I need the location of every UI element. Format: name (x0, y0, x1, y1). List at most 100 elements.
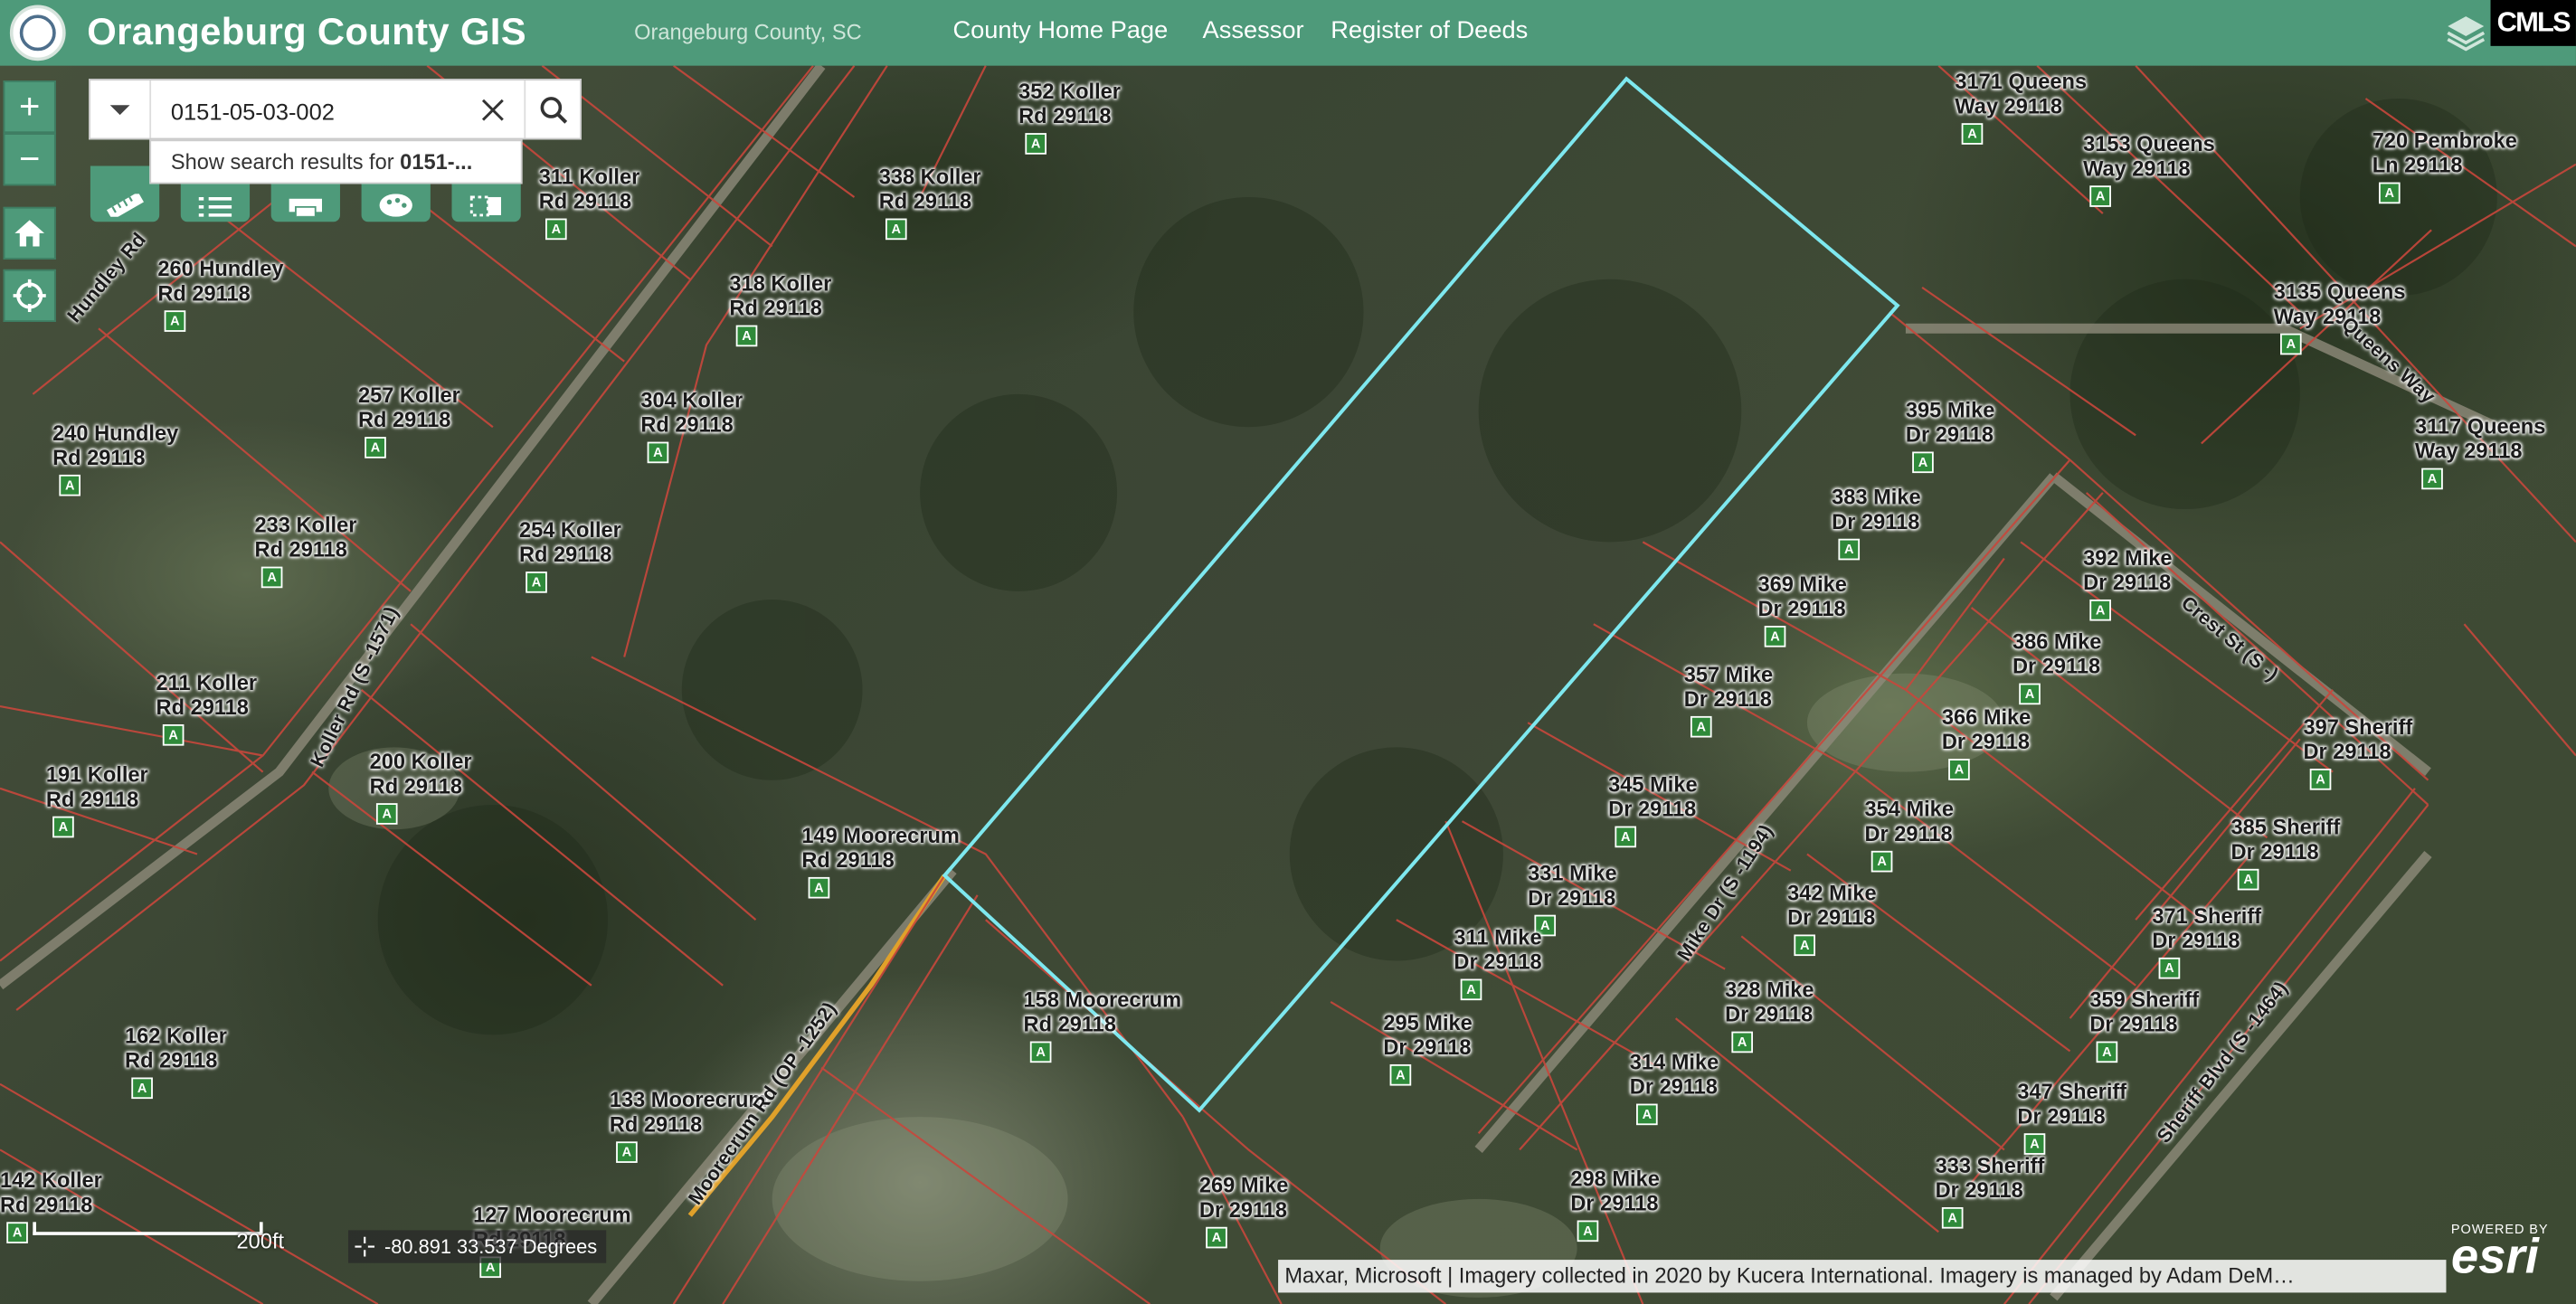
address-point-marker[interactable]: A (2023, 1133, 2046, 1155)
address-point-marker[interactable]: A (164, 310, 186, 332)
search-button[interactable] (524, 80, 582, 138)
address-point-marker[interactable]: A (1870, 850, 1893, 873)
search-suggestion[interactable]: Show search results for 0151-... (149, 139, 523, 184)
parcel-address-line1: 3153 Queens (2083, 131, 2215, 156)
zoom-out-button[interactable]: − (3, 133, 56, 186)
address-point-marker[interactable]: A (2089, 185, 2111, 207)
clear-search-button[interactable] (465, 80, 521, 138)
home-button[interactable] (3, 206, 56, 260)
address-point-marker[interactable]: A (2237, 868, 2259, 891)
map-attribution: Maxar, Microsoft | Imagery collected in … (1278, 1260, 2447, 1293)
suggestion-prefix: Show search results for (170, 149, 401, 175)
address-point-marker[interactable]: A (1206, 1226, 1227, 1249)
address-point-marker[interactable]: A (545, 218, 567, 241)
nav-link-assessor[interactable]: Assessor (1203, 16, 1304, 44)
address-point-marker[interactable]: A (52, 816, 74, 838)
search-source-dropdown[interactable] (90, 80, 152, 138)
search-input[interactable] (151, 80, 487, 142)
address-point-marker[interactable]: A (1948, 759, 1970, 780)
parcel-address-line1: 127 Moorecrum (473, 1202, 631, 1227)
address-point-marker[interactable]: A (1389, 1063, 1412, 1086)
parcel-address-line2: Dr 29118 (1528, 884, 1616, 911)
parcel-address-label: 352 Koller Rd 29118 (1018, 79, 1121, 128)
nav-link-county-home[interactable]: County Home Page (952, 16, 1168, 44)
zoom-in-button[interactable]: + (3, 80, 56, 134)
parcel-address-line2: Dr 29118 (1832, 509, 1920, 534)
parcel-address-line1: 328 Mike (1725, 977, 1814, 1002)
nav-link-register-of-deeds[interactable]: Register of Deeds (1331, 16, 1528, 44)
parcel-address-line1: 298 Mike (1570, 1166, 1660, 1191)
address-point-marker[interactable]: A (2379, 182, 2401, 204)
address-point-marker[interactable]: A (162, 723, 185, 746)
address-point-marker[interactable]: A (2019, 683, 2041, 705)
parcel-address-line2: Rd 29118 (518, 542, 612, 567)
parcel-address-label: 158 Moorecrum Rd 29118 (1024, 987, 1182, 1036)
parcel-address-label: 211 Koller Rd 29118 (156, 670, 258, 719)
parcel-address-label: 149 Moorecrum Rd 29118 (801, 823, 960, 872)
chevron-down-icon (109, 104, 130, 115)
address-point-marker[interactable]: A (1029, 1041, 1052, 1063)
locate-button[interactable] (3, 269, 56, 322)
address-point-marker[interactable]: A (2089, 599, 2111, 621)
parcel-address-line2: Dr 29118 (1757, 596, 1846, 621)
address-point-marker[interactable]: A (1636, 1103, 1658, 1126)
address-point-marker[interactable]: A (59, 474, 80, 496)
address-point-marker[interactable]: A (2158, 957, 2181, 979)
parcel-address-line1: 720 Pembroke (2372, 128, 2517, 153)
address-point-marker[interactable]: A (1912, 451, 1934, 474)
parcel-address-line2: Way 29118 (1955, 93, 2062, 118)
cmls-badge: CMLS (2490, 0, 2576, 46)
address-point-marker[interactable]: A (526, 572, 547, 593)
address-point-marker[interactable]: A (1764, 626, 1786, 647)
parcel-address-line1: 254 Koller (518, 517, 621, 543)
address-point-marker[interactable]: A (375, 803, 398, 825)
search-icon (540, 96, 568, 123)
address-point-marker[interactable]: A (131, 1077, 153, 1100)
address-point-marker[interactable]: A (735, 325, 758, 347)
address-point-marker[interactable]: A (1615, 826, 1637, 848)
parcel-address-line1: 333 Sheriff (1935, 1153, 2045, 1178)
address-point-marker[interactable]: A (1025, 133, 1046, 155)
parcel-address-line2: Dr 29118 (1864, 821, 1953, 846)
parcel-address-line2: Way 29118 (2083, 156, 2191, 181)
parcel-address-line2: Dr 29118 (1683, 686, 1772, 712)
select-icon (469, 195, 501, 217)
address-point-marker[interactable]: A (1460, 978, 1482, 1001)
address-point-marker[interactable]: A (647, 441, 669, 464)
parcel-address-line1: 233 Koller (254, 512, 357, 537)
address-point-marker[interactable]: A (2096, 1041, 2118, 1063)
parcel-address-line2: Rd 29118 (801, 847, 895, 873)
address-point-marker[interactable]: A (1690, 715, 1712, 738)
address-point-marker[interactable]: A (2421, 468, 2443, 490)
address-point-marker[interactable]: A (808, 876, 830, 899)
coordinate-text: -80.891 33.537 Degrees (384, 1234, 598, 1259)
esri-wordmark: esri (2450, 1230, 2539, 1285)
parcel-address-line2: Rd 29118 (1023, 1011, 1116, 1037)
address-point-marker[interactable]: A (260, 566, 283, 589)
parcel-address-line2: Rd 29118 (729, 295, 822, 321)
parcel-address-line1: 314 Mike (1629, 1049, 1719, 1074)
address-point-marker[interactable]: A (616, 1141, 638, 1163)
address-point-marker[interactable]: A (1838, 538, 1861, 561)
address-point-marker[interactable]: A (1731, 1031, 1753, 1054)
address-point-marker[interactable]: A (1794, 934, 1816, 957)
address-point-marker[interactable]: A (1961, 123, 1984, 145)
parcel-address-label: 395 Mike Dr 29118 (1906, 398, 1994, 447)
parcel-address-line1: 347 Sheriff (2017, 1079, 2127, 1104)
print-icon (289, 198, 322, 217)
address-point-marker[interactable]: A (1941, 1206, 1964, 1229)
address-point-marker[interactable]: A (2309, 769, 2332, 790)
address-point-marker[interactable]: A (2280, 333, 2302, 355)
parcel-address-line2: Dr 29118 (1787, 904, 1876, 931)
address-point-marker[interactable]: A (1577, 1220, 1599, 1243)
layers-icon[interactable] (2445, 10, 2487, 56)
parcel-address-label: 269 Mike Dr 29118 (1199, 1173, 1288, 1222)
parcel-address-label: 3117 Queens Way 29118 (2415, 414, 2545, 463)
address-point-marker[interactable]: A (885, 218, 907, 241)
parcel-address-line2: Rd 29118 (125, 1047, 218, 1073)
palette-icon (379, 194, 412, 217)
address-point-marker[interactable]: A (6, 1222, 28, 1243)
parcel-address-line2: Dr 29118 (2012, 653, 2101, 679)
address-point-marker[interactable]: A (365, 437, 386, 458)
parcel-address-line2: Rd 29118 (156, 695, 249, 720)
